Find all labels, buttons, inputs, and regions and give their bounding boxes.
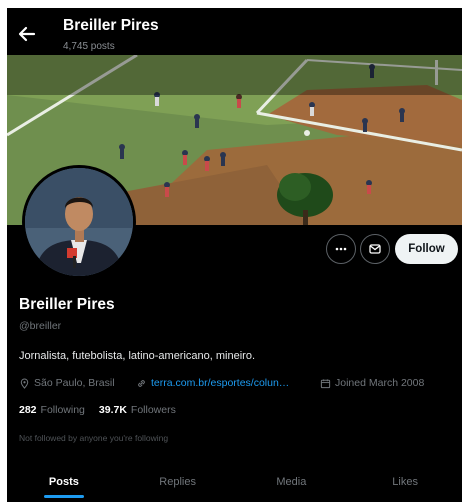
message-icon bbox=[369, 244, 381, 254]
header-name: Breiller Pires bbox=[63, 17, 159, 34]
profile-header: Breiller Pires 4,745 posts bbox=[7, 8, 462, 58]
tab-posts[interactable]: Posts bbox=[7, 462, 121, 502]
profile-joined: Joined March 2008 bbox=[320, 377, 424, 389]
following-label: Following bbox=[40, 404, 85, 416]
profile-handle: @breiller bbox=[19, 320, 62, 332]
back-arrow-icon bbox=[18, 26, 36, 42]
more-button[interactable] bbox=[326, 234, 356, 264]
website-link[interactable]: terra.com.br/esportes/colun… bbox=[151, 377, 289, 389]
avatar-image bbox=[25, 168, 133, 276]
tab-likes[interactable]: Likes bbox=[348, 462, 462, 502]
tab-media[interactable]: Media bbox=[235, 462, 349, 502]
profile-website[interactable]: terra.com.br/esportes/colun… bbox=[136, 377, 289, 389]
profile-tabs: Posts Replies Media Likes bbox=[7, 462, 462, 502]
link-icon bbox=[138, 379, 145, 387]
following-link[interactable]: 282 Following bbox=[19, 404, 85, 416]
not-followed-note: Not followed by anyone you're following bbox=[19, 433, 169, 443]
follow-button[interactable]: Follow bbox=[395, 234, 458, 264]
location-icon bbox=[20, 378, 29, 389]
avatar[interactable] bbox=[22, 165, 136, 279]
message-button[interactable] bbox=[360, 234, 390, 264]
joined-text: Joined March 2008 bbox=[335, 377, 425, 389]
calendar-icon bbox=[320, 378, 331, 388]
header-post-count: 4,745 posts bbox=[63, 41, 115, 52]
followers-count: 39.7K bbox=[98, 404, 127, 416]
location-text: São Paulo, Brasil bbox=[34, 377, 115, 389]
followers-label: Followers bbox=[130, 404, 176, 416]
following-count: 282 bbox=[19, 404, 37, 416]
back-button[interactable] bbox=[15, 22, 39, 46]
follow-stats: 282 Following 39.7K Followers bbox=[19, 404, 190, 416]
followers-link[interactable]: 39.7K Followers bbox=[99, 404, 176, 416]
profile-location: São Paulo, Brasil bbox=[19, 377, 115, 389]
tab-replies[interactable]: Replies bbox=[121, 462, 235, 502]
more-icon bbox=[335, 247, 347, 251]
profile-name: Breiller Pires bbox=[19, 296, 115, 313]
profile-bio: Jornalista, futebolista, latino-american… bbox=[19, 350, 256, 362]
profile-screen: Breiller Pires 4,745 posts Follow Breill… bbox=[7, 8, 462, 502]
